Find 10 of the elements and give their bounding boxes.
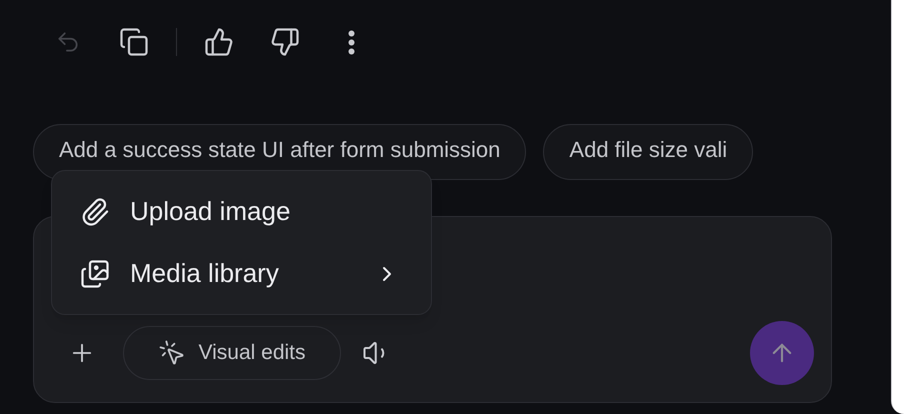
suggestion-chip[interactable]: Add file size vali (543, 124, 754, 180)
copy-icon (119, 27, 149, 57)
more-icon (348, 30, 354, 54)
thumbs-up-icon (204, 27, 234, 57)
visual-edits-button[interactable]: Visual edits (123, 326, 341, 380)
menu-item[interactable]: Media library (62, 242, 421, 304)
paperclip-icon (80, 196, 110, 226)
cursor-sparkle-icon (158, 339, 186, 367)
images-icon (80, 258, 110, 288)
thumbs-down-icon (270, 27, 300, 57)
